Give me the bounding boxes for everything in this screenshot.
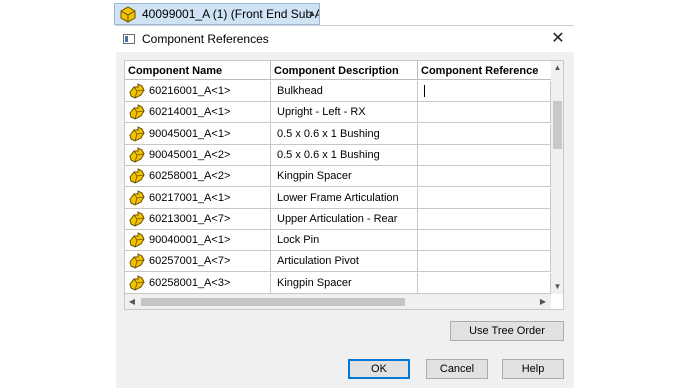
part-icon (129, 168, 145, 184)
part-icon (129, 275, 145, 291)
table-row[interactable]: 60213001_A<7> Upper Articulation - Rear (125, 209, 551, 230)
component-reference-cell[interactable] (418, 188, 551, 209)
component-description-cell[interactable]: Articulation Pivot (271, 251, 418, 272)
part-icon (129, 83, 145, 99)
part-icon (129, 147, 145, 163)
part-icon (129, 104, 145, 120)
component-name-cell[interactable]: 60258001_A<2> (125, 166, 271, 187)
component-references-dialog: Component References ✕ Component Name Co… (116, 25, 574, 388)
component-name-text: 60258001_A<2> (149, 170, 231, 182)
use-tree-order-button[interactable]: Use Tree Order (450, 321, 564, 341)
dialog-title: Component References (142, 32, 269, 46)
component-name-text: 60217001_A<1> (149, 192, 231, 204)
document-tab-label: 40099001_A (1) (Front End Sub Assem (142, 7, 319, 21)
component-name-text: 90045001_A<1> (149, 128, 231, 140)
vertical-scroll-thumb[interactable] (553, 101, 562, 149)
component-description-cell[interactable]: Kingpin Spacer (271, 166, 418, 187)
table-row[interactable]: 60258001_A<2> Kingpin Spacer (125, 166, 551, 187)
table-row[interactable]: 90045001_A<2> 0.5 x 0.6 x 1 Bushing (125, 145, 551, 166)
component-name-cell[interactable]: 60257001_A<7> (125, 251, 271, 272)
dialog-titlebar: Component References ✕ (116, 26, 574, 52)
component-description-cell[interactable]: Bulkhead (271, 81, 418, 102)
component-name-text: 60213001_A<7> (149, 213, 231, 225)
component-description-cell[interactable]: Lower Frame Articulation (271, 188, 418, 209)
text-cursor (424, 85, 425, 97)
part-icon (129, 253, 145, 269)
component-reference-cell[interactable] (418, 230, 551, 251)
component-reference-cell[interactable] (418, 145, 551, 166)
table-row[interactable]: 60217001_A<1> Lower Frame Articulation (125, 188, 551, 209)
horizontal-scroll-thumb[interactable] (141, 298, 405, 306)
scroll-down-icon[interactable]: ▼ (551, 280, 563, 294)
scroll-left-icon[interactable]: ◀ (125, 294, 139, 309)
component-name-cell[interactable]: 60216001_A<1> (125, 81, 271, 102)
part-icon (129, 190, 145, 206)
component-name-cell[interactable]: 60213001_A<7> (125, 209, 271, 230)
ok-button[interactable]: OK (348, 359, 410, 379)
help-button[interactable]: Help (502, 359, 564, 379)
component-name-cell[interactable]: 90045001_A<2> (125, 145, 271, 166)
close-icon[interactable]: ✕ (542, 26, 574, 52)
part-icon (129, 211, 145, 227)
component-name-text: 60214001_A<1> (149, 106, 231, 118)
component-table: Component Name Component Description Com… (124, 60, 564, 310)
component-reference-cell[interactable] (418, 81, 551, 102)
table-row[interactable]: 60214001_A<1> Upright - Left - RX (125, 102, 551, 123)
component-reference-cell[interactable] (418, 166, 551, 187)
component-name-cell[interactable]: 60214001_A<1> (125, 102, 271, 123)
vertical-scrollbar[interactable]: ▲ ▼ (551, 61, 563, 294)
table-row[interactable]: 60216001_A<1> Bulkhead (125, 81, 551, 102)
component-name-cell[interactable]: 90040001_A<1> (125, 230, 271, 251)
table-row[interactable]: 60258001_A<3> Kingpin Spacer (125, 273, 551, 294)
column-header-component-description[interactable]: Component Description (271, 61, 418, 80)
component-name-text: 90040001_A<1> (149, 234, 231, 246)
component-name-text: 60257001_A<7> (149, 255, 231, 267)
table-row[interactable]: 90040001_A<1> Lock Pin (125, 230, 551, 251)
horizontal-scrollbar[interactable]: ◀ ▶ (125, 294, 551, 309)
document-tab[interactable]: 40099001_A (1) (Front End Sub Assem (114, 3, 320, 25)
column-header-component-name[interactable]: Component Name (125, 61, 271, 80)
table-row[interactable]: 60257001_A<7> Articulation Pivot (125, 251, 551, 272)
table-row[interactable]: 90045001_A<1> 0.5 x 0.6 x 1 Bushing (125, 124, 551, 145)
component-reference-cell[interactable] (418, 209, 551, 230)
component-name-cell[interactable]: 90045001_A<1> (125, 124, 271, 145)
cancel-button[interactable]: Cancel (426, 359, 488, 379)
dialog-app-icon (123, 34, 135, 44)
assembly-icon (120, 6, 136, 23)
component-name-cell[interactable]: 60258001_A<3> (125, 273, 271, 294)
component-reference-cell[interactable] (418, 102, 551, 123)
component-description-cell[interactable]: 0.5 x 0.6 x 1 Bushing (271, 124, 418, 145)
component-reference-cell[interactable] (418, 251, 551, 272)
component-description-cell[interactable]: Upper Articulation - Rear (271, 209, 418, 230)
component-reference-cell[interactable] (418, 273, 551, 294)
component-description-cell[interactable]: Kingpin Spacer (271, 273, 418, 294)
part-icon (129, 232, 145, 248)
component-description-cell[interactable]: Lock Pin (271, 230, 418, 251)
column-header-component-reference[interactable]: Component Reference (418, 61, 551, 80)
part-icon (129, 126, 145, 142)
component-name-text: 60258001_A<3> (149, 277, 231, 289)
component-reference-cell[interactable] (418, 124, 551, 145)
component-name-text: 90045001_A<2> (149, 149, 231, 161)
component-description-cell[interactable]: 0.5 x 0.6 x 1 Bushing (271, 145, 418, 166)
component-description-cell[interactable]: Upright - Left - RX (271, 102, 418, 123)
scroll-right-icon[interactable]: ▶ (536, 294, 550, 309)
component-name-text: 60216001_A<1> (149, 85, 231, 97)
chevron-up-icon[interactable]: ▲ (306, 5, 318, 21)
scroll-up-icon[interactable]: ▲ (551, 61, 563, 75)
component-name-cell[interactable]: 60217001_A<1> (125, 188, 271, 209)
